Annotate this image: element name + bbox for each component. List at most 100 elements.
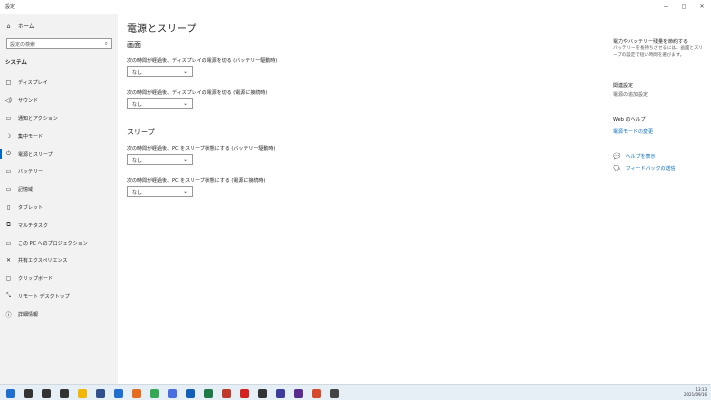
multitask-icon: ⧉ <box>6 221 11 229</box>
storage-icon: ▭ <box>5 186 12 194</box>
sidebar-item-label: タブレット <box>18 204 44 211</box>
tip-text-line-1: バッテリーを長持ちさせるには、画面とスリ <box>613 46 703 51</box>
notification-icon: ▭ <box>5 114 12 122</box>
help-chat-icon: 💬 <box>613 153 621 160</box>
sidebar-item-focus[interactable]: ☽ 集中モード <box>0 127 118 145</box>
firefox-icon[interactable] <box>129 387 144 399</box>
paint-icon[interactable] <box>219 387 234 399</box>
sidebar-item-remote-desktop[interactable]: ⤡ リモート デスクトップ <box>0 288 118 306</box>
task-view-icon[interactable] <box>39 387 54 399</box>
sidebar-item-label: クリップボード <box>18 276 54 283</box>
shared-icon: ✕ <box>5 257 12 265</box>
sidebar-item-clipboard[interactable]: ▢ クリップボード <box>0 270 118 288</box>
sidebar-item-power-sleep[interactable]: ⏻ 電源とスリープ <box>0 145 118 163</box>
screen-plugged-dropdown[interactable]: なし ⌄ <box>127 98 193 109</box>
related-panel: 電力やバッテリー残量を節約する バッテリーを長持ちさせるには、画面とスリ ープの… <box>612 14 711 384</box>
search-icon-glyph <box>24 388 33 398</box>
search-icon: ⌕ <box>104 40 108 47</box>
related-settings-title: 関連設定 <box>613 83 634 89</box>
sidebar: ⌂ ホーム 設定の検索 ⌕ システム □ ディスプレイ ◁) サウンド ▭ 通知… <box>0 14 118 384</box>
sidebar-item-label: 電源とスリープ <box>18 151 53 158</box>
feedback-icon: 🗣 <box>613 165 621 172</box>
chevron-down-icon: ⌄ <box>182 68 188 75</box>
sidebar-item-label: 共有エクスペリエンス <box>18 258 68 265</box>
clock-app-icon-glyph <box>258 388 267 398</box>
record-icon-glyph <box>240 388 249 398</box>
sleep-plugged-dropdown[interactable]: なし ⌄ <box>127 186 193 197</box>
calculator-icon[interactable] <box>273 387 288 399</box>
sleep-plugged-label: 次の時間が経過後、PC をスリープ状態にする (電源に接続時) <box>127 178 266 184</box>
file-explorer-icon-glyph <box>78 388 87 398</box>
excel-icon[interactable] <box>201 387 216 399</box>
sidebar-item-label: リモート デスクトップ <box>18 293 70 300</box>
screen-battery-dropdown[interactable]: なし ⌄ <box>127 66 193 77</box>
chat-icon-glyph <box>168 388 177 398</box>
paint-icon-glyph <box>222 388 231 398</box>
dropdown-value: なし <box>132 158 143 164</box>
settings-icon[interactable] <box>327 387 342 399</box>
widgets-icon[interactable] <box>57 387 72 399</box>
sidebar-item-tablet[interactable]: ▯ タブレット <box>0 199 118 217</box>
outlook-icon-glyph <box>186 388 195 398</box>
record-icon[interactable] <box>237 387 252 399</box>
get-help-row[interactable]: 💬 ヘルプを表示 <box>613 153 656 160</box>
home-link[interactable]: ⌂ ホーム <box>5 22 35 31</box>
remote-desktop-icon: ⤡ <box>6 292 11 300</box>
sidebar-item-battery[interactable]: ▭ バッテリー <box>0 163 118 181</box>
sidebar-item-notifications[interactable]: ▭ 通知とアクション <box>0 110 118 128</box>
chevron-down-icon: ⌄ <box>182 156 188 163</box>
chrome-icon[interactable] <box>147 387 162 399</box>
maximize-button[interactable]: ◻ <box>675 0 693 12</box>
taskbar: 13:13 2021/09/16 <box>0 384 711 400</box>
tip-text-line-2: ープの設定で短い時間を選びます。 <box>613 53 685 58</box>
home-icon: ⌂ <box>6 22 11 30</box>
sidebar-item-label: 集中モード <box>18 133 44 140</box>
windows-start-icon[interactable] <box>3 387 18 399</box>
window-title: 設定 <box>5 4 16 10</box>
outlook-icon[interactable] <box>183 387 198 399</box>
store-icon[interactable] <box>93 387 108 399</box>
sidebar-item-storage[interactable]: ▭ 記憶域 <box>0 181 118 199</box>
display-icon: □ <box>5 79 12 87</box>
tip-title: 電力やバッテリー残量を節約する <box>613 39 689 45</box>
sidebar-item-display[interactable]: □ ディスプレイ <box>0 74 118 92</box>
search-placeholder: 設定の検索 <box>10 42 36 48</box>
dropdown-value: なし <box>132 190 143 196</box>
editor-icon-glyph <box>294 388 303 398</box>
get-help-link[interactable]: ヘルプを表示 <box>625 153 655 160</box>
feedback-row[interactable]: 🗣 フィードバックの送信 <box>613 165 676 172</box>
chevron-down-icon: ⌄ <box>182 188 188 195</box>
chat-icon[interactable] <box>165 387 180 399</box>
chevron-down-icon: ⌄ <box>182 100 188 107</box>
system-clock[interactable]: 13:13 2021/09/16 <box>684 387 707 397</box>
chrome-alt-icon[interactable] <box>309 387 324 399</box>
moon-icon: ☽ <box>5 132 12 140</box>
close-button[interactable]: ✕ <box>693 0 711 12</box>
search-icon[interactable] <box>21 387 36 399</box>
change-power-mode-link[interactable]: 電源モードの変更 <box>613 128 653 135</box>
file-explorer-icon[interactable] <box>75 387 90 399</box>
windows-start-icon-glyph <box>6 388 15 398</box>
clock-app-icon[interactable] <box>255 387 270 399</box>
sleep-battery-dropdown[interactable]: なし ⌄ <box>127 154 193 165</box>
sidebar-item-sound[interactable]: ◁) サウンド <box>0 92 118 110</box>
mail-icon[interactable] <box>111 387 126 399</box>
sidebar-item-projection[interactable]: ▭ この PC へのプロジェクション <box>0 234 118 252</box>
sidebar-item-label: 通知とアクション <box>18 115 58 122</box>
sidebar-item-label: マルチタスク <box>18 222 49 229</box>
feedback-link[interactable]: フィードバックの送信 <box>626 165 676 172</box>
sidebar-item-multitasking[interactable]: ⧉ マルチタスク <box>0 216 118 234</box>
search-input[interactable]: 設定の検索 ⌕ <box>6 38 112 49</box>
mail-icon-glyph <box>114 388 123 398</box>
tablet-icon: ▯ <box>6 203 11 211</box>
editor-icon[interactable] <box>291 387 306 399</box>
widgets-icon-glyph <box>60 388 69 398</box>
sleep-battery-label: 次の時間が経過後、PC をスリープ状態にする (バッテリー駆動時) <box>127 146 276 152</box>
chrome-alt-icon-glyph <box>312 388 321 398</box>
sidebar-item-shared-experiences[interactable]: ✕ 共有エクスペリエンス <box>0 252 118 270</box>
minimize-button[interactable]: − <box>657 0 675 12</box>
sidebar-item-label: サウンド <box>18 98 39 105</box>
additional-power-settings-link[interactable]: 電源の追加設定 <box>613 91 648 98</box>
sidebar-item-about[interactable]: ⓘ 詳細情報 <box>0 305 118 323</box>
settings-icon-glyph <box>330 388 339 398</box>
